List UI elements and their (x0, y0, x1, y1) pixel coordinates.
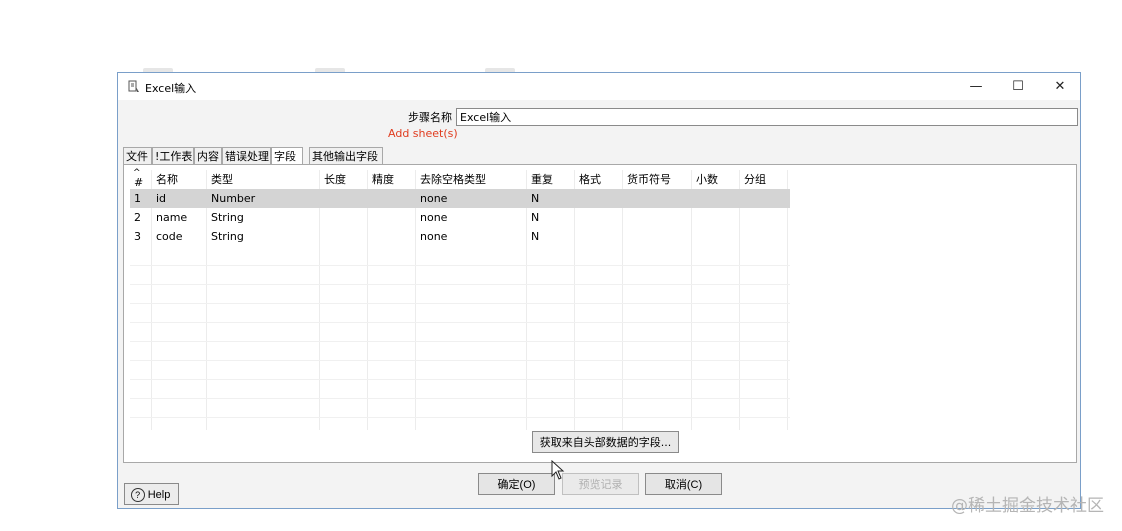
tab-fields[interactable]: 字段 (271, 147, 303, 165)
header-group[interactable]: 分组 (740, 170, 787, 189)
tab-error-handling[interactable]: 错误处理 (222, 147, 271, 164)
header-trim-type[interactable]: 去除空格类型 (416, 170, 526, 189)
header-repeat[interactable]: 重复 (527, 170, 574, 189)
row-divider (130, 303, 790, 304)
help-icon: ? (130, 488, 145, 503)
header-name[interactable]: 名称 (152, 170, 206, 189)
title-bar: Excel输入 — ☐ ✕ (118, 73, 1080, 100)
tab-content[interactable]: 内容 (194, 147, 222, 164)
field-length-cell[interactable] (320, 227, 367, 246)
field-length-cell[interactable] (320, 208, 367, 227)
tab-file[interactable]: 文件 (123, 147, 152, 164)
window-title: Excel输入 (145, 82, 197, 95)
help-button[interactable]: ? Help (124, 483, 179, 505)
cancel-button[interactable]: 取消(C) (645, 473, 722, 495)
field-format-cell[interactable] (575, 189, 622, 208)
field-currency-cell[interactable] (623, 227, 691, 246)
field-group-cell[interactable] (740, 208, 787, 227)
field-repeat-cell[interactable]: N (527, 227, 574, 246)
table-row[interactable]: 2 name String none N (130, 208, 790, 227)
get-fields-from-header-button[interactable]: 获取来自头部数据的字段... (532, 431, 679, 453)
row-index: 1 (134, 192, 141, 205)
field-length-cell[interactable] (320, 189, 367, 208)
row-divider (130, 284, 790, 285)
table-row[interactable]: 3 code String none N (130, 227, 790, 246)
field-repeat-cell[interactable]: N (527, 208, 574, 227)
preview-button[interactable]: 预览记录 (562, 473, 639, 495)
close-button[interactable]: ✕ (1040, 73, 1080, 100)
mouse-cursor-icon (551, 460, 565, 480)
header-currency[interactable]: 货币符号 (623, 170, 691, 189)
field-precision-cell[interactable] (368, 189, 415, 208)
field-decimal-cell[interactable] (692, 227, 739, 246)
tab-other-output-fields[interactable]: 其他输出字段 (309, 147, 383, 164)
header-precision[interactable]: 精度 (368, 170, 415, 189)
row-divider (130, 360, 790, 361)
field-group-cell[interactable] (740, 189, 787, 208)
field-decimal-cell[interactable] (692, 189, 739, 208)
field-trim-cell[interactable]: none (416, 189, 526, 208)
field-name-cell[interactable]: id (152, 189, 206, 208)
table-row[interactable]: 1 id Number none N (130, 189, 790, 208)
field-currency-cell[interactable] (623, 189, 691, 208)
field-trim-cell[interactable]: none (416, 227, 526, 246)
field-precision-cell[interactable] (368, 208, 415, 227)
help-label: Help (147, 489, 171, 501)
field-repeat-cell[interactable]: N (527, 189, 574, 208)
header-type[interactable]: 类型 (207, 170, 319, 189)
ok-button[interactable]: 确定(O) (478, 473, 555, 495)
field-group-cell[interactable] (740, 227, 787, 246)
field-format-cell[interactable] (575, 227, 622, 246)
step-name-input[interactable] (456, 108, 1078, 126)
field-decimal-cell[interactable] (692, 208, 739, 227)
field-format-cell[interactable] (575, 208, 622, 227)
field-currency-cell[interactable] (623, 208, 691, 227)
field-type-cell[interactable]: String (207, 227, 319, 246)
row-divider (130, 398, 790, 399)
step-name-label: 步骤名称 (408, 111, 452, 124)
table-header: ^ # 名称 类型 长度 精度 去除空格类型 重复 格式 货币符号 小数 分组 (130, 168, 790, 189)
field-trim-cell[interactable]: none (416, 208, 526, 227)
row-divider (130, 417, 790, 418)
header-format[interactable]: 格式 (575, 170, 622, 189)
header-decimal[interactable]: 小数 (692, 170, 739, 189)
row-divider (130, 341, 790, 342)
row-divider (130, 322, 790, 323)
row-index: 3 (134, 230, 141, 243)
field-type-cell[interactable]: Number (207, 189, 319, 208)
row-divider (130, 379, 790, 380)
field-name-cell[interactable]: code (152, 227, 206, 246)
tab-worksheet[interactable]: !工作表 (152, 147, 194, 164)
field-precision-cell[interactable] (368, 227, 415, 246)
app-icon (128, 80, 139, 92)
watermark: @稀土掘金技术社区 (951, 496, 1104, 516)
fields-panel: ^ # 名称 类型 长度 精度 去除空格类型 重复 格式 货币符号 小数 分组 … (123, 164, 1077, 463)
add-sheet-warning: Add sheet(s) (388, 127, 458, 140)
field-type-cell[interactable]: String (207, 208, 319, 227)
row-divider (130, 265, 790, 266)
row-index: 2 (134, 211, 141, 224)
header-length[interactable]: 长度 (320, 170, 367, 189)
excel-input-dialog: Excel输入 — ☐ ✕ 步骤名称 Add sheet(s) 文件 !工作表 … (117, 72, 1081, 509)
minimize-button[interactable]: — (956, 73, 996, 100)
field-name-cell[interactable]: name (152, 208, 206, 227)
maximize-button[interactable]: ☐ (998, 73, 1038, 100)
